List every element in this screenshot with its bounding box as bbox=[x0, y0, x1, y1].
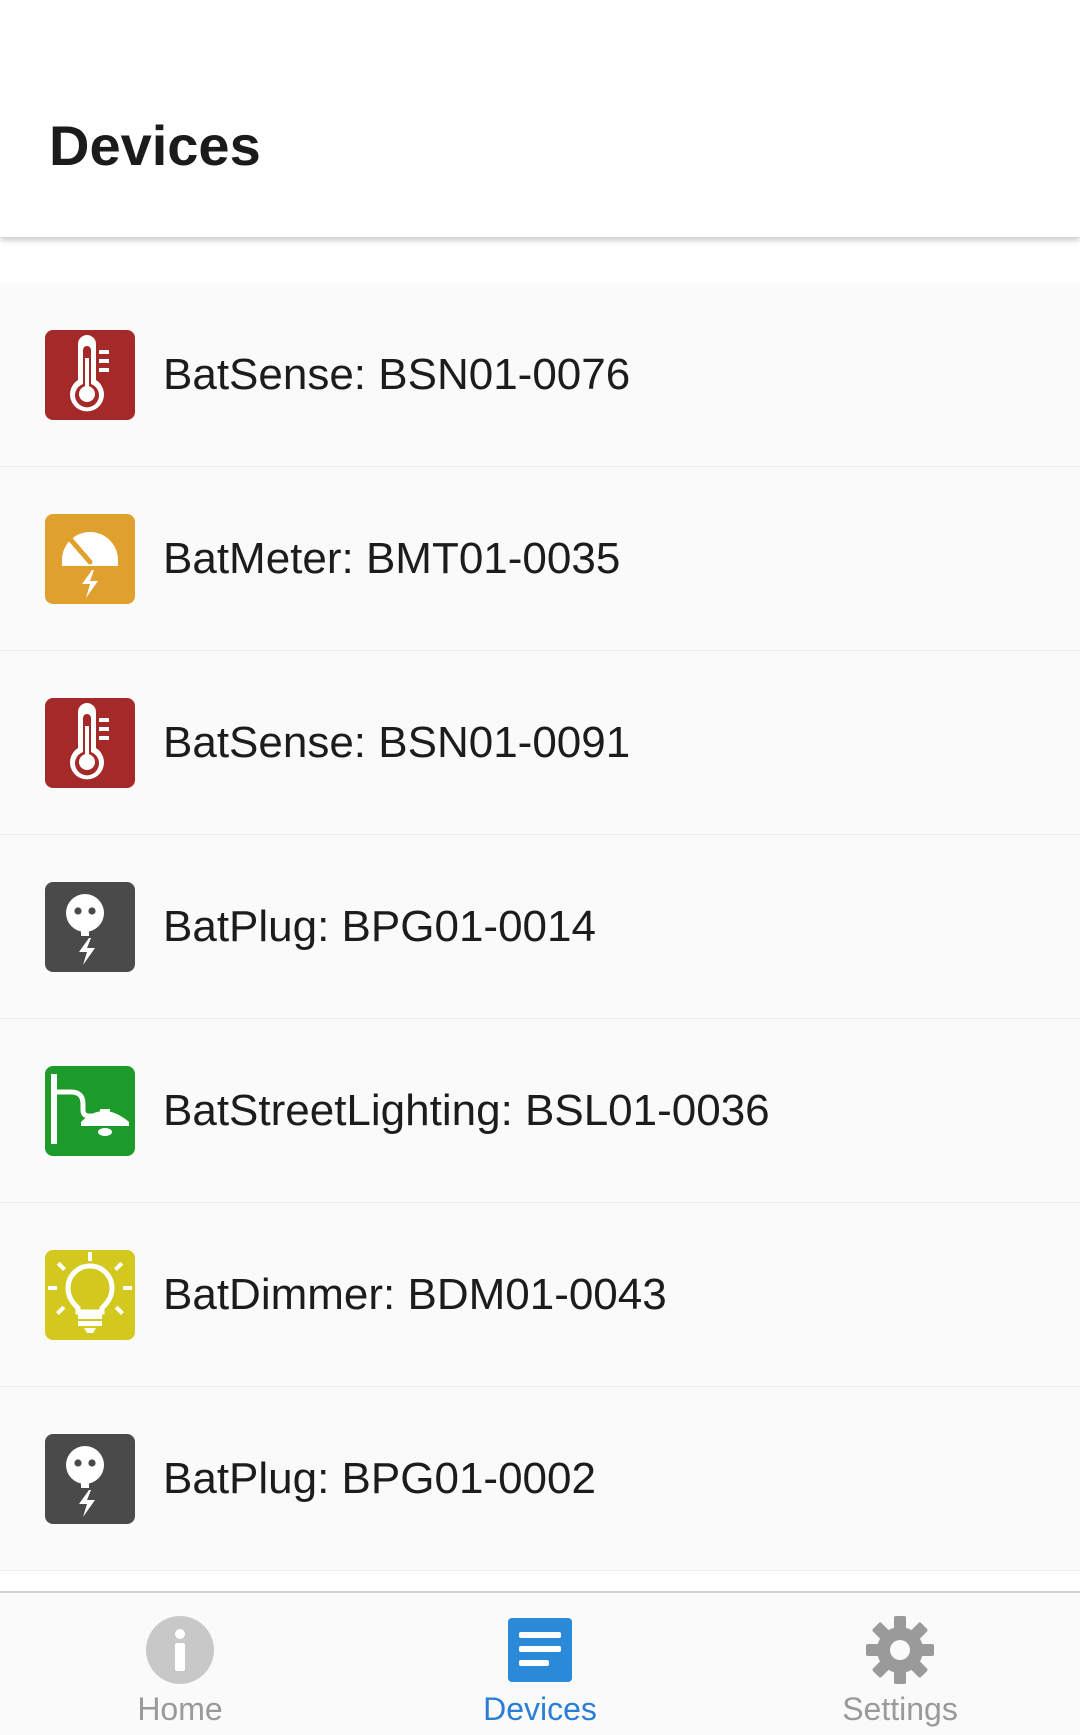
device-list[interactable]: BatSense: BSN01-0076 BatMeter: BMT01-003… bbox=[0, 283, 1080, 1591]
device-list-item[interactable]: BatDimmer: BDM01-0043 bbox=[0, 1203, 1080, 1387]
tab-label: Devices bbox=[483, 1691, 597, 1727]
device-list-item[interactable]: BatPlug: BPG01-0014 bbox=[0, 835, 1080, 1019]
bottom-tab-bar: Home Devices Settings bbox=[0, 1591, 1080, 1735]
thermometer-icon bbox=[45, 698, 135, 788]
device-list-item[interactable]: BatSense: BSN01-0091 bbox=[0, 651, 1080, 835]
device-name: BatDimmer: BDM01-0043 bbox=[163, 1270, 667, 1319]
street-lamp-icon bbox=[45, 1066, 135, 1156]
device-name: BatStreetLighting: BSL01-0036 bbox=[163, 1086, 770, 1135]
device-name: BatSense: BSN01-0076 bbox=[163, 350, 631, 399]
list-icon bbox=[505, 1615, 575, 1685]
device-name: BatPlug: BPG01-0002 bbox=[163, 1454, 596, 1503]
tab-label: Settings bbox=[842, 1691, 958, 1727]
device-name: BatSense: BSN01-0091 bbox=[163, 718, 631, 767]
device-list-item[interactable]: BatStreetLighting: BSL01-0036 bbox=[0, 1019, 1080, 1203]
thermometer-icon bbox=[45, 330, 135, 420]
light-bulb-icon bbox=[45, 1250, 135, 1340]
tab-settings[interactable]: Settings bbox=[720, 1593, 1080, 1735]
meter-gauge-icon bbox=[45, 514, 135, 604]
app-header: Devices bbox=[0, 0, 1080, 237]
gear-icon bbox=[865, 1615, 935, 1685]
device-name: BatPlug: BPG01-0014 bbox=[163, 902, 596, 951]
plug-socket-icon bbox=[45, 1434, 135, 1524]
device-list-item[interactable]: BatPlug: BPG01-0002 bbox=[0, 1387, 1080, 1571]
tab-devices[interactable]: Devices bbox=[360, 1593, 720, 1735]
tab-home[interactable]: Home bbox=[0, 1593, 360, 1735]
device-list-item[interactable]: BatSense: BSN01-0076 bbox=[0, 283, 1080, 467]
page-title: Devices bbox=[49, 114, 261, 177]
device-name: BatMeter: BMT01-0035 bbox=[163, 534, 621, 583]
device-list-item[interactable]: BatMeter: BMT01-0035 bbox=[0, 467, 1080, 651]
app-screen: Devices BatSense: BSN01-0076 BatMeter: B… bbox=[0, 0, 1080, 1735]
info-icon bbox=[145, 1615, 215, 1685]
plug-socket-icon bbox=[45, 882, 135, 972]
tab-label: Home bbox=[137, 1691, 223, 1727]
